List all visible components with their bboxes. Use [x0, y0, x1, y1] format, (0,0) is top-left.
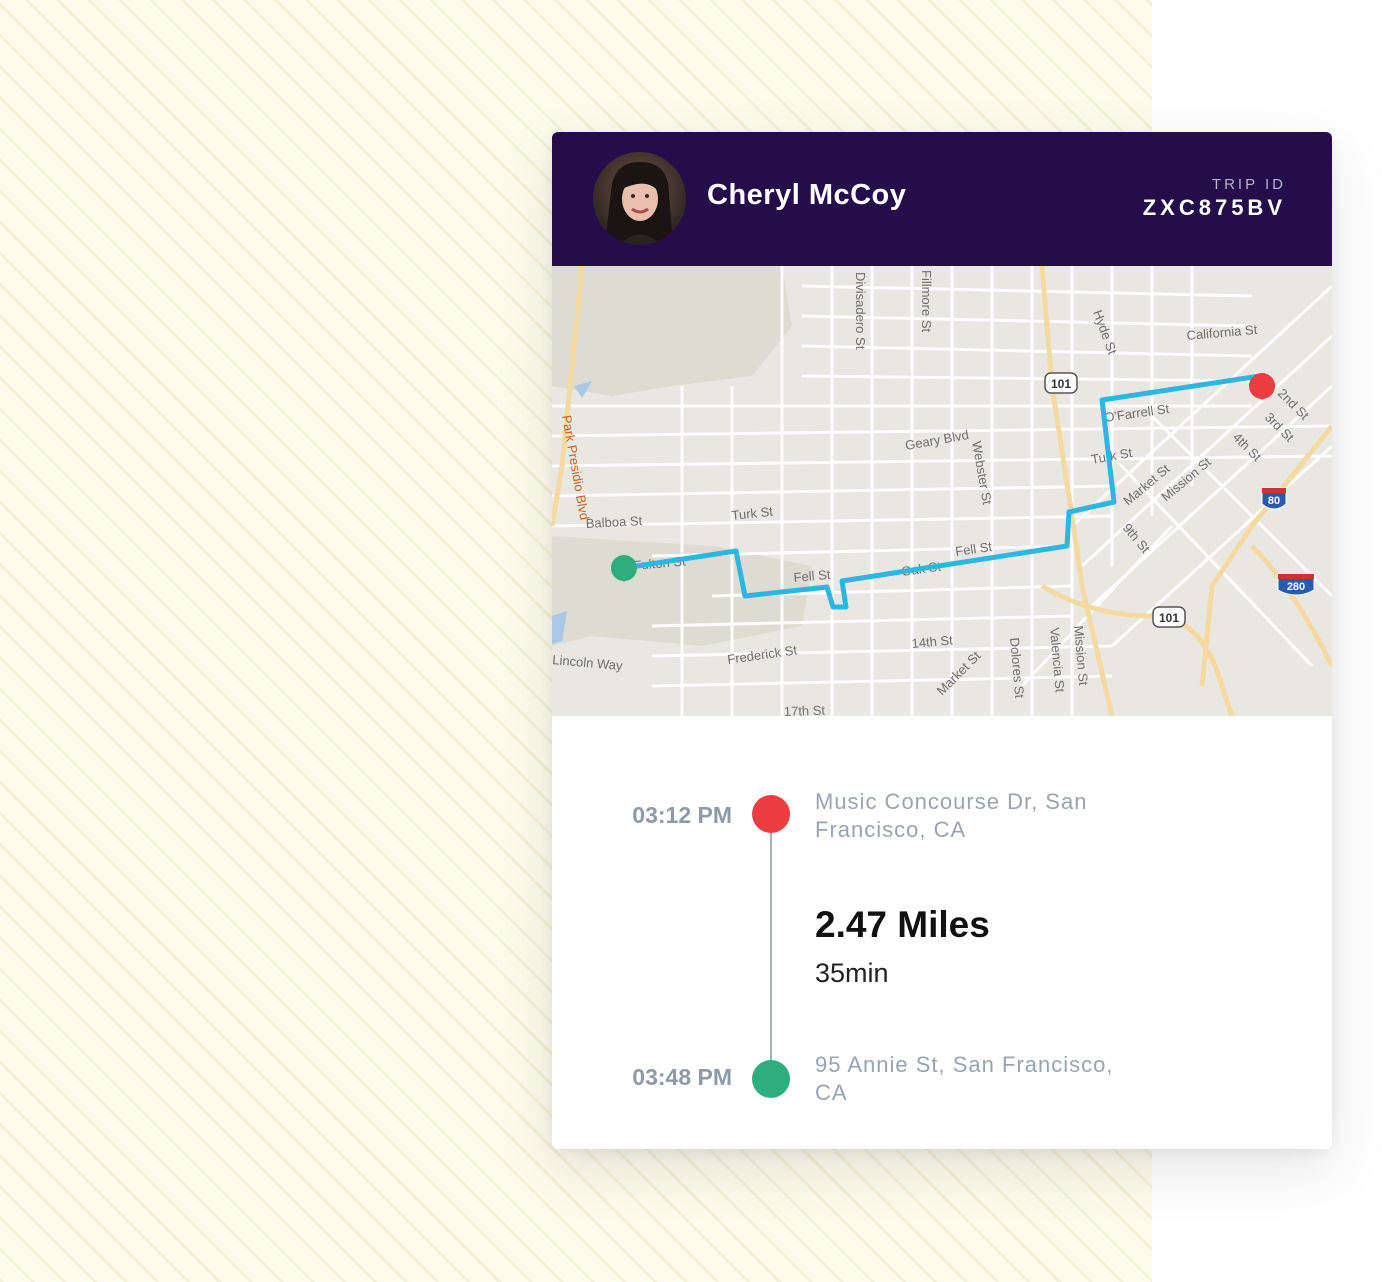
trip-card: Cheryl McCoy TRIP ID ZXC875BV Divisadero…: [552, 132, 1332, 1149]
trip-distance: 2.47 Miles: [815, 904, 990, 945]
us101-north-shield-label: 101: [1051, 377, 1071, 391]
driver-avatar: [593, 152, 686, 245]
i280-shield-label: 280: [1287, 581, 1305, 593]
route-map[interactable]: Divisadero St Fillmore St Hyde St Califo…: [552, 266, 1332, 716]
map-label-17th: 17th St: [784, 703, 826, 716]
us101-north-shield: 101: [1044, 372, 1078, 394]
trip-duration: 35min: [815, 958, 889, 988]
start-time: 03:12 PM: [632, 802, 732, 828]
us101-south-shield-label: 101: [1159, 611, 1179, 625]
end-point-dot: [752, 1060, 790, 1098]
trip-header: Cheryl McCoy TRIP ID ZXC875BV: [552, 132, 1332, 266]
end-time: 03:48 PM: [632, 1064, 732, 1090]
end-address: 95 Annie St, San Francisco, CA: [815, 1052, 1114, 1105]
driver-name: Cheryl McCoy: [707, 179, 907, 211]
trip-id-value: ZXC875BV: [1142, 195, 1286, 220]
map-label-fillmore: Fillmore St: [919, 270, 934, 333]
i280-shield: 280: [1277, 573, 1315, 596]
trip-timeline: 03:12 PM Music Concourse Dr, San Francis…: [552, 716, 1332, 1149]
start-point-dot: [752, 795, 790, 833]
us101-south-shield: 101: [1152, 606, 1186, 628]
i80-shield: 80: [1261, 487, 1287, 510]
i80-shield-label: 80: [1268, 495, 1280, 507]
map-label-balboa: Balboa St: [585, 513, 642, 531]
map-label-divisadero: Divisadero St: [853, 272, 868, 350]
start-address: Music Concourse Dr, San Francisco, CA: [815, 789, 1088, 842]
trip-id-label: TRIP ID: [1211, 176, 1286, 193]
timeline-connector: [770, 828, 772, 1066]
